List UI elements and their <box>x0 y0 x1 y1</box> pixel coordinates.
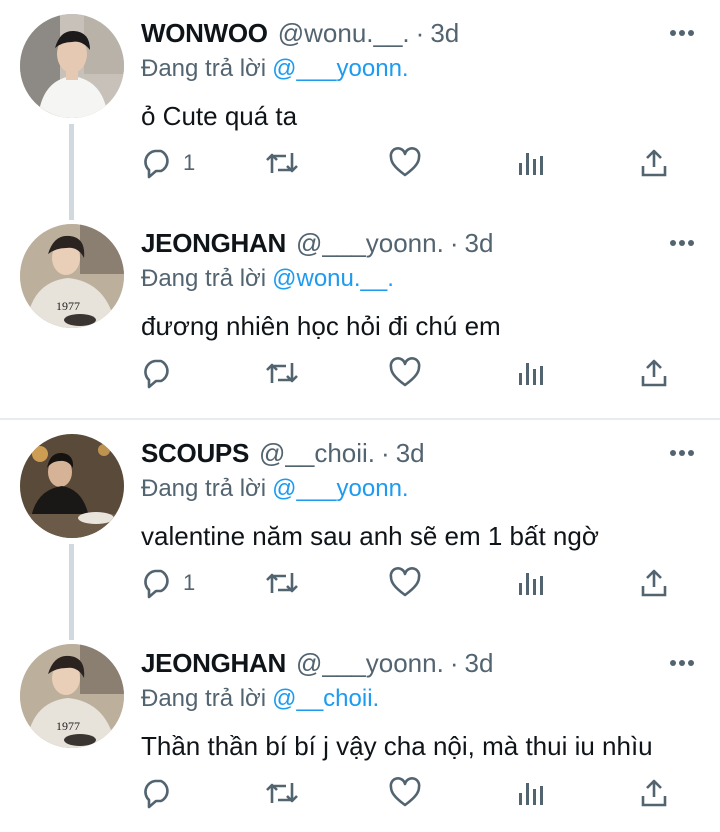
author-name[interactable]: JEONGHAN <box>141 224 286 262</box>
tweet-text: ỏ Cute quá ta <box>141 101 298 131</box>
author-name[interactable]: SCOUPS <box>141 434 249 472</box>
reply-to-handle[interactable]: @___yoonn. <box>272 475 408 502</box>
reply-button[interactable] <box>141 356 183 390</box>
share-button[interactable] <box>638 566 670 600</box>
timestamp[interactable]: 3d <box>464 644 493 682</box>
tweet-text: valentine năm sau anh sẽ em 1 bất ngờ <box>141 521 599 551</box>
share-icon <box>641 359 667 387</box>
like-button[interactable] <box>388 776 422 810</box>
author-handle[interactable]: @___yoonn. <box>296 224 444 262</box>
separator-dot: · <box>381 438 390 468</box>
avatar-wonwoo[interactable] <box>20 14 124 118</box>
action-bar: 1 <box>0 566 720 600</box>
avatar-scoups[interactable] <box>20 434 124 538</box>
like-button[interactable] <box>388 566 422 600</box>
share-icon <box>641 149 667 177</box>
more-icon[interactable] <box>664 438 700 468</box>
views-button[interactable] <box>516 356 546 390</box>
action-bar: 1 <box>0 146 720 180</box>
share-button[interactable] <box>638 776 670 810</box>
heart-icon <box>389 777 421 807</box>
reply-icon <box>144 569 169 599</box>
svg-text:1977: 1977 <box>56 299 80 313</box>
separator-dot: · <box>415 18 425 48</box>
avatar-jeonghan[interactable]: 1977 <box>20 224 124 328</box>
reply-context: Đang trả lời @__choii. <box>141 682 700 716</box>
analytics-icon <box>519 153 543 175</box>
more-icon[interactable] <box>664 18 700 48</box>
like-button[interactable] <box>388 146 422 180</box>
reply-to-handle[interactable]: @wonu.__. <box>272 265 394 292</box>
reply-prefix: Đang trả lời <box>141 265 267 292</box>
tweet[interactable]: SCOUPS @__choii. · 3d Đang trả lời @___yo… <box>0 420 720 630</box>
author-name[interactable]: WONWOO <box>141 14 268 52</box>
reply-icon <box>144 779 169 809</box>
reply-button[interactable] <box>141 776 183 810</box>
avatar-jeonghan[interactable]: 1977 <box>20 644 124 748</box>
timestamp[interactable]: 3d <box>396 434 425 472</box>
share-button[interactable] <box>638 146 670 180</box>
reply-prefix: Đang trả lời <box>141 685 267 712</box>
more-icon[interactable] <box>664 228 700 258</box>
action-bar <box>0 356 720 390</box>
analytics-icon <box>519 573 543 595</box>
reply-count: 1 <box>183 150 196 175</box>
reply-button[interactable]: 1 <box>141 146 195 180</box>
reply-to-handle[interactable]: @__choii. <box>272 685 379 712</box>
reply-context: Đang trả lời @wonu.__. <box>141 262 700 296</box>
views-button[interactable] <box>516 776 546 810</box>
share-icon <box>641 569 667 597</box>
reply-to-handle[interactable]: @___yoonn. <box>272 55 408 82</box>
retweet-icon <box>266 573 298 593</box>
views-button[interactable] <box>516 146 546 180</box>
tweet-text: Thần thần bí bí j vậy cha nội, mà thui i… <box>141 731 653 761</box>
author-handle[interactable]: @___yoonn. <box>296 644 444 682</box>
retweet-button[interactable] <box>263 356 301 390</box>
tweet[interactable]: 1977 JEONGHAN @___yoonn. · 3d Đang trả l… <box>0 630 720 832</box>
author-name[interactable]: JEONGHAN <box>141 644 286 682</box>
reply-icon <box>144 149 169 179</box>
timestamp[interactable]: 3d <box>464 224 493 262</box>
action-bar <box>0 776 720 810</box>
separator-dot: · <box>449 648 459 678</box>
reply-button[interactable]: 1 <box>141 566 195 600</box>
svg-text:1977: 1977 <box>56 719 80 733</box>
retweet-button[interactable] <box>263 566 301 600</box>
retweet-icon <box>266 363 298 383</box>
heart-icon <box>389 147 421 177</box>
share-icon <box>641 779 667 807</box>
reply-context: Đang trả lời @___yoonn. <box>141 472 700 506</box>
retweet-icon <box>266 783 298 803</box>
reply-context: Đang trả lời @___yoonn. <box>141 52 700 86</box>
like-button[interactable] <box>388 356 422 390</box>
reply-prefix: Đang trả lời <box>141 55 267 82</box>
analytics-icon <box>519 783 543 805</box>
retweet-button[interactable] <box>263 146 301 180</box>
reply-icon <box>144 359 169 389</box>
heart-icon <box>389 567 421 597</box>
share-button[interactable] <box>638 356 670 390</box>
retweet-icon <box>266 153 298 173</box>
author-handle[interactable]: @wonu.__. <box>278 14 410 52</box>
views-button[interactable] <box>516 566 546 600</box>
timestamp[interactable]: 3d <box>430 14 459 52</box>
heart-icon <box>389 357 421 387</box>
tweet-text: đương nhiên học hỏi đi chú em <box>141 311 501 341</box>
more-icon[interactable] <box>664 648 700 678</box>
retweet-button[interactable] <box>263 776 301 810</box>
tweet[interactable]: 1977 JEONGHAN @___yoonn. · 3d Đang trả l… <box>0 210 720 418</box>
analytics-icon <box>519 363 543 385</box>
reply-prefix: Đang trả lời <box>141 475 267 502</box>
tweet[interactable]: WONWOO @wonu.__. · 3d Đang trả lời @___yo… <box>0 0 720 210</box>
author-handle[interactable]: @__choii. <box>259 434 375 472</box>
separator-dot: · <box>449 228 459 258</box>
reply-count: 1 <box>183 570 196 595</box>
